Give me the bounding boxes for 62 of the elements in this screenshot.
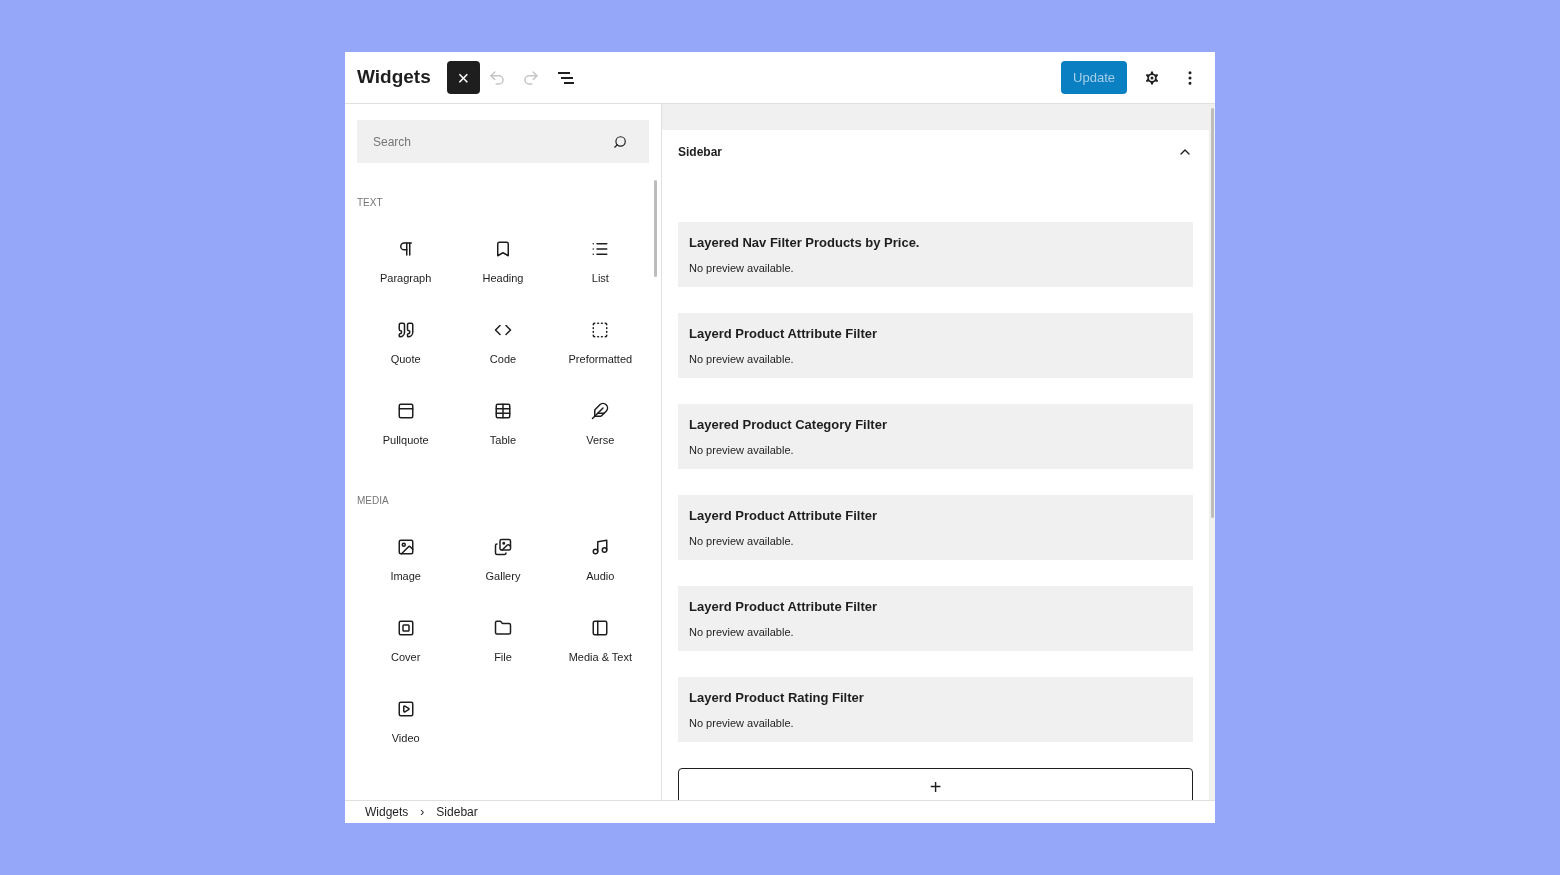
widget-title: Layerd Product Attribute Filter [689, 324, 879, 343]
widget-note: No preview available. [689, 261, 795, 276]
widget-note: No preview available. [689, 534, 795, 549]
widget-area-title: Sidebar [678, 144, 722, 161]
widget-preview[interactable]: Layerd Product Rating Filter No preview available. [678, 677, 1193, 742]
gallery-icon [494, 538, 512, 556]
breadcrumb-link[interactable]: Widgets [365, 803, 409, 821]
widget-preview[interactable]: Layerd Product Attribute Filter No preview available. [678, 313, 1193, 378]
widget-note: No preview available. [689, 625, 795, 640]
cover-icon [396, 619, 415, 637]
scrollbar[interactable] [654, 180, 657, 277]
feather-icon [591, 402, 610, 420]
widget-note: No preview available. [689, 352, 795, 367]
block-item[interactable]: Paragraph [357, 234, 455, 291]
widget-note: No preview available. [689, 716, 795, 731]
widget-note: No preview available. [689, 443, 795, 458]
block-item[interactable]: Code [454, 315, 552, 372]
block-item[interactable]: Media & Text [551, 613, 649, 670]
widget-title: Layerd Product Rating Filter [689, 688, 865, 707]
breadcrumb-link[interactable]: Sidebar [436, 803, 478, 821]
image-icon [396, 538, 415, 556]
pullquote-icon [396, 402, 415, 420]
widget-preview[interactable]: Layerd Product Attribute Filter No preview available. [678, 586, 1193, 651]
dashed-square-icon [591, 321, 610, 339]
media-text-icon [591, 619, 610, 637]
close-button[interactable]: × [446, 61, 480, 94]
block-item[interactable]: Preformatted [551, 315, 649, 372]
block-item[interactable]: Gallery [454, 532, 552, 589]
block-item[interactable]: Image [357, 532, 455, 589]
block-item[interactable]: Verse [551, 396, 649, 453]
block-item[interactable]: Audio [551, 532, 649, 589]
block-item[interactable]: Cover [357, 613, 455, 670]
play-icon [396, 700, 415, 718]
bookmark-icon [494, 240, 512, 258]
block-item[interactable]: Heading [454, 234, 552, 291]
list-icon [591, 240, 610, 258]
block-item[interactable]: Table [454, 396, 552, 453]
window-title: Widgets [357, 65, 431, 90]
block-item[interactable]: Video [357, 694, 455, 751]
block-item[interactable]: Quote [357, 315, 455, 372]
block-item[interactable]: Pullquote [357, 396, 455, 453]
block-item[interactable]: List [551, 234, 649, 291]
table-icon [494, 402, 512, 420]
widget-preview[interactable]: Layered Nav Filter Products by Price. No preview available. [678, 222, 1193, 287]
widget-title: Layerd Product Attribute Filter [689, 597, 879, 616]
breadcrumb-separator: › [420, 804, 425, 821]
list-view-icon[interactable] [555, 69, 576, 86]
widget-title: Layered Product Category Filter [689, 415, 888, 434]
category-heading: TEXT [357, 196, 384, 210]
folder-icon [494, 619, 512, 637]
quote-icon [396, 321, 415, 339]
settings-icon[interactable] [1143, 68, 1161, 87]
widget-title: Layered Nav Filter Products by Price. [689, 233, 921, 252]
category-heading: MEDIA [357, 494, 390, 508]
widget-title: Layerd Product Attribute Filter [689, 506, 879, 525]
search-field[interactable]: Search [357, 120, 649, 163]
widget-preview[interactable]: Layerd Product Attribute Filter No preview available. [678, 495, 1193, 560]
search-icon [613, 135, 627, 149]
widget-preview[interactable]: Layered Product Category Filter No preview available. [678, 404, 1193, 469]
music-note-icon [591, 538, 610, 556]
block-item[interactable]: File [454, 613, 552, 670]
scrollbar[interactable] [1211, 108, 1214, 518]
